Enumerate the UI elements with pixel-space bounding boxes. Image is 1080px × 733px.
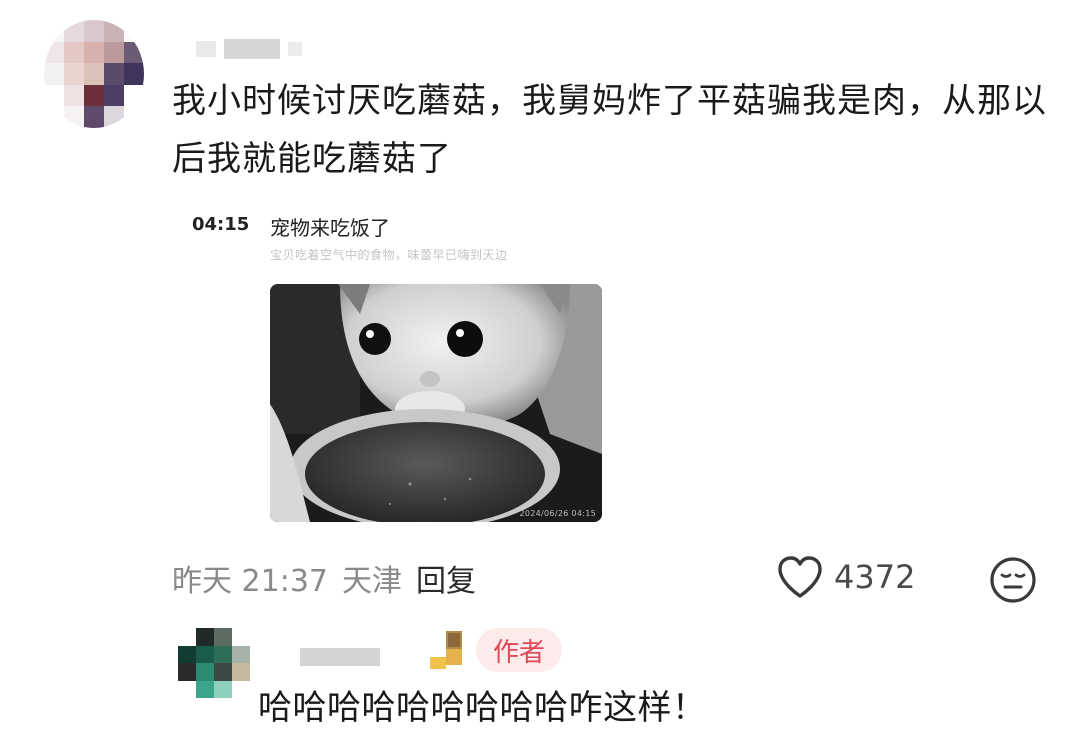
- reply-button[interactable]: 回复: [416, 556, 476, 600]
- username-pixelation: [196, 41, 216, 57]
- cat-eating-photo: [270, 284, 602, 522]
- event-subtitle: 宝贝吃着空气中的食物，味蕾早已嗨到天边: [270, 248, 508, 262]
- author-avatar[interactable]: [178, 628, 250, 698]
- fan-badge-icon: [430, 631, 462, 669]
- author-tag: 作者: [476, 628, 562, 672]
- camera-timestamp: 2024/06/26 04:15: [519, 509, 596, 518]
- author-username[interactable]: [300, 648, 380, 666]
- neutral-face-icon[interactable]: [988, 555, 1038, 605]
- comment-location: 天津: [342, 564, 402, 599]
- comment-image[interactable]: 04:15 宠物来吃饭了 宝贝吃着空气中的食物，味蕾早已嗨到天边 2024/06…: [176, 200, 621, 550]
- heart-outline-icon: [778, 556, 822, 598]
- commenter-username[interactable]: [196, 38, 326, 60]
- commenter-avatar[interactable]: [44, 20, 144, 128]
- event-time: 04:15: [192, 214, 250, 235]
- username-pixelation: [288, 42, 302, 56]
- comment-text: 我小时候讨厌吃蘑菇，我舅妈炸了平菇骗我是肉，从那以后我就能吃蘑菇了: [172, 81, 1047, 179]
- comment-time: 昨天 21:37: [172, 564, 328, 599]
- username-pixelation: [224, 39, 280, 59]
- like-count: 4372: [834, 558, 916, 596]
- comment-meta: 昨天 21:37 天津 回复: [172, 556, 476, 600]
- pet-camera-photo: 2024/06/26 04:15: [270, 284, 602, 522]
- event-title: 宠物来吃饭了: [270, 216, 390, 240]
- like-button[interactable]: 4372: [776, 554, 915, 600]
- reply-text: 哈哈哈哈哈哈哈哈哈咋这样！: [258, 688, 707, 728]
